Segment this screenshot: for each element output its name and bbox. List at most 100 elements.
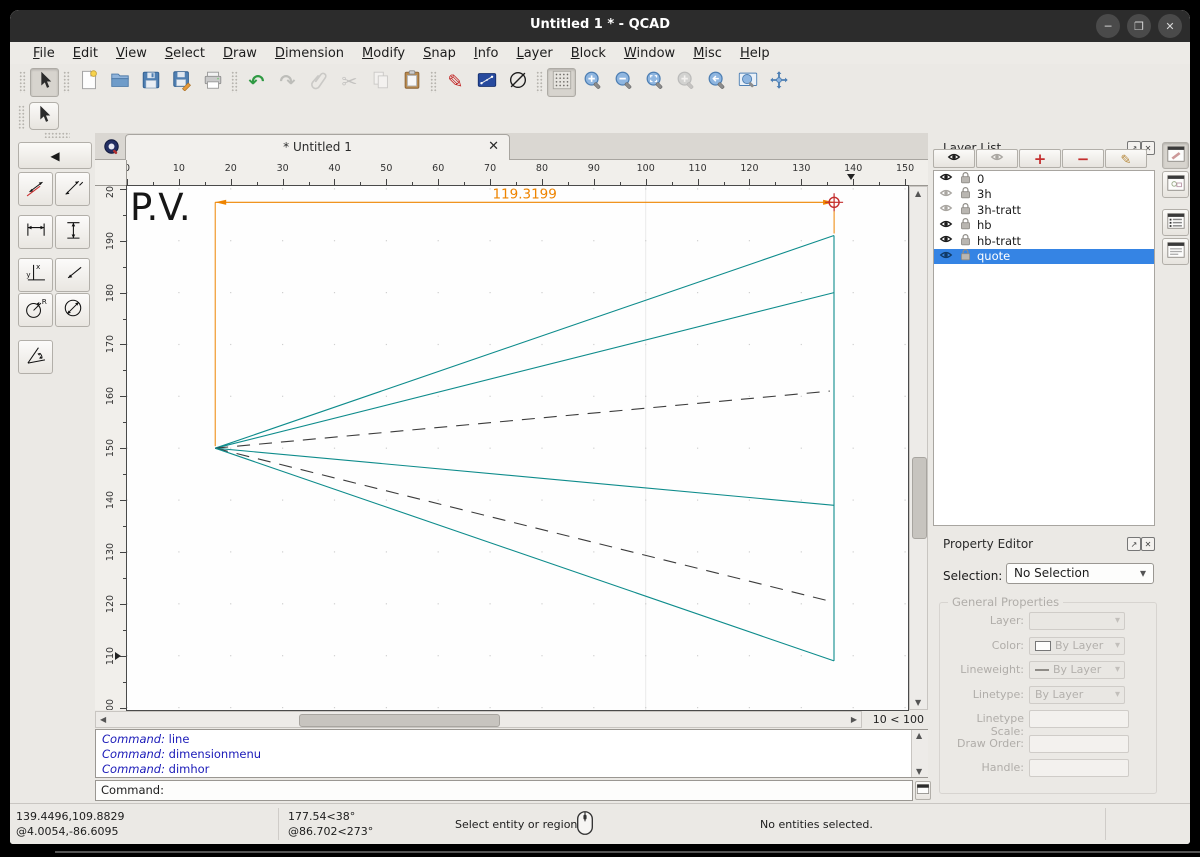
titlebar[interactable]: Untitled 1 * - QCAD ─ ❐ ✕ xyxy=(10,10,1190,42)
dimension-vertical-button[interactable] xyxy=(55,215,90,249)
layer-visibility-icon[interactable] xyxy=(938,170,954,187)
dimension-ordinate-button[interactable]: xy xyxy=(18,258,53,292)
menu-draw[interactable]: Draw xyxy=(214,45,266,62)
menu-edit[interactable]: Edit xyxy=(64,45,107,62)
command-window-toggle[interactable] xyxy=(915,781,931,800)
dimension-rotated-button[interactable] xyxy=(55,172,90,206)
zoom-in-button[interactable] xyxy=(578,68,607,97)
paste-button[interactable] xyxy=(397,68,426,97)
print-button[interactable] xyxy=(198,68,227,97)
vertical-scrollbar[interactable]: ▲ ▼ xyxy=(909,186,928,710)
layer-row-3h[interactable]: 3h xyxy=(934,187,1154,203)
back-button[interactable]: ◀ xyxy=(18,142,92,169)
selection-options-button[interactable] xyxy=(29,102,59,130)
horizontal-scrollbar[interactable]: ◀ ▶ xyxy=(95,711,862,728)
float-panel-icon[interactable]: ↗ xyxy=(1127,537,1141,551)
dimension-dock-grip[interactable] xyxy=(44,132,70,138)
add-layer-button[interactable]: + xyxy=(1019,149,1061,168)
scroll-up-icon[interactable]: ▲ xyxy=(915,189,921,198)
lock-icon[interactable] xyxy=(959,171,972,187)
layer-row-0[interactable]: 0 xyxy=(934,171,1154,187)
hide-all-layers-button[interactable] xyxy=(976,149,1018,168)
dimension-aligned-button[interactable] xyxy=(18,172,53,206)
application-preferences-button[interactable] xyxy=(472,68,501,97)
minimize-icon[interactable]: ─ xyxy=(1096,14,1120,38)
pan-button[interactable] xyxy=(764,68,793,97)
tab-close-icon[interactable]: ✕ xyxy=(488,139,499,154)
layer-visibility-icon[interactable] xyxy=(938,201,954,218)
zoom-window-button[interactable] xyxy=(733,68,762,97)
layer-visibility-icon[interactable] xyxy=(938,248,954,265)
dimension-horizontal-button[interactable] xyxy=(18,215,53,249)
toolbar-grip[interactable] xyxy=(18,105,25,129)
menu-help[interactable]: Help xyxy=(731,45,779,62)
menu-file[interactable]: File xyxy=(24,45,64,62)
menu-dimension[interactable]: Dimension xyxy=(266,45,353,62)
lock-icon[interactable] xyxy=(959,248,972,264)
dimension-leader-button[interactable] xyxy=(55,258,90,292)
selection-tool-button[interactable] xyxy=(30,68,59,97)
scroll-left-icon[interactable]: ◀ xyxy=(100,715,106,724)
menu-block[interactable]: Block xyxy=(562,45,615,62)
scroll-right-icon[interactable]: ▶ xyxy=(851,715,857,724)
lock-icon[interactable] xyxy=(959,186,972,202)
draw-settings-button[interactable]: ✎ xyxy=(441,68,470,97)
vscroll-thumb[interactable] xyxy=(912,457,927,539)
toggle-library-browser-button[interactable] xyxy=(1162,238,1189,265)
command-history[interactable]: Command: lineCommand: dimensionmenuComma… xyxy=(95,729,928,778)
dimension-diametric-button[interactable] xyxy=(55,293,90,327)
hscroll-thumb[interactable] xyxy=(299,714,500,727)
close-icon[interactable]: ✕ xyxy=(1158,14,1182,38)
command-input[interactable] xyxy=(164,781,912,800)
svg-text:P.V.: P.V. xyxy=(130,186,191,229)
dim-radial-icon: R xyxy=(23,295,49,325)
menu-select[interactable]: Select xyxy=(156,45,214,62)
layer-row-quote[interactable]: quote xyxy=(934,249,1154,265)
toolbar-grip[interactable] xyxy=(19,71,26,93)
toggle-layer-list-button[interactable] xyxy=(1162,209,1189,236)
layer-row-3h-tratt[interactable]: 3h-tratt xyxy=(934,202,1154,218)
layer-visibility-icon[interactable] xyxy=(938,217,954,234)
relative-polar-coordinates: @86.702<273° xyxy=(288,825,373,838)
layer-visibility-icon[interactable] xyxy=(938,186,954,203)
dimension-radial-button[interactable]: R xyxy=(18,293,53,327)
command-history-scrollbar[interactable]: ▲ ▼ xyxy=(911,730,928,777)
menu-window[interactable]: Window xyxy=(615,45,684,62)
scroll-down-icon[interactable]: ▼ xyxy=(916,767,922,776)
close-panel-icon[interactable]: ✕ xyxy=(1141,537,1155,551)
menu-info[interactable]: Info xyxy=(465,45,508,62)
scroll-down-icon[interactable]: ▼ xyxy=(915,698,921,707)
disable-restrictions-button[interactable] xyxy=(503,68,532,97)
tab-untitled-1[interactable]: * Untitled 1 ✕ xyxy=(125,134,510,160)
save-as-button[interactable] xyxy=(167,68,196,97)
grid-toggle-button[interactable] xyxy=(547,68,576,97)
lock-icon[interactable] xyxy=(959,217,972,233)
selection-dropdown[interactable]: No Selection ▾ xyxy=(1006,563,1154,584)
lock-icon[interactable] xyxy=(959,233,972,249)
zoom-out-button[interactable] xyxy=(609,68,638,97)
toggle-property-editor-button[interactable] xyxy=(1162,142,1189,169)
dimension-angular-button[interactable] xyxy=(18,340,53,374)
layer-visibility-icon[interactable] xyxy=(938,232,954,249)
edit-layer-button[interactable]: ✎ xyxy=(1105,149,1147,168)
layer-row-hb[interactable]: hb xyxy=(934,218,1154,234)
menu-modify[interactable]: Modify xyxy=(353,45,414,62)
drawing-canvas[interactable]: 119.3199P.V. xyxy=(126,185,909,711)
menu-layer[interactable]: Layer xyxy=(507,45,561,62)
menu-snap[interactable]: Snap xyxy=(414,45,465,62)
save-button[interactable] xyxy=(136,68,165,97)
maximize-icon[interactable]: ❐ xyxy=(1127,14,1151,38)
previous-view-button[interactable] xyxy=(702,68,731,97)
scroll-up-icon[interactable]: ▲ xyxy=(916,731,922,740)
show-all-layers-button[interactable] xyxy=(933,149,975,168)
toggle-block-list-button[interactable] xyxy=(1162,171,1189,198)
lock-icon[interactable] xyxy=(959,202,972,218)
menu-misc[interactable]: Misc xyxy=(684,45,731,62)
auto-zoom-button[interactable] xyxy=(640,68,669,97)
undo-button[interactable]: ↶ xyxy=(242,68,271,97)
remove-layer-button[interactable]: − xyxy=(1062,149,1104,168)
new-file-button[interactable] xyxy=(74,68,103,97)
open-file-button[interactable] xyxy=(105,68,134,97)
layer-row-hb-tratt[interactable]: hb-tratt xyxy=(934,233,1154,249)
menu-view[interactable]: View xyxy=(107,45,156,62)
